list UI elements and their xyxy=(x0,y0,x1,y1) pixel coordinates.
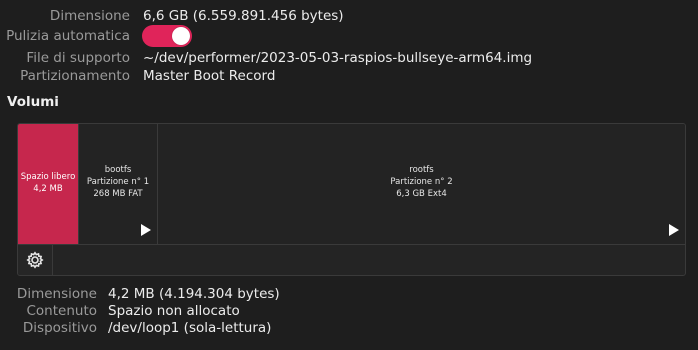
volumes-panel: Spazio libero 4,2 MB bootfs Partizione n… xyxy=(17,123,686,276)
volume-content-label: Contenuto xyxy=(26,302,97,319)
partitioning-label: Partizionamento xyxy=(20,67,130,84)
size-label: Dimensione xyxy=(49,7,130,24)
volume-rootfs-name: rootfs xyxy=(409,165,434,175)
volume-device-label: Dispositivo xyxy=(22,319,97,336)
volume-free-space[interactable]: Spazio libero 4,2 MB xyxy=(18,124,79,244)
partitioning-value: Master Boot Record xyxy=(143,67,276,84)
volume-device-value: /dev/loop1 (sola-lettura) xyxy=(108,319,272,336)
gear-icon xyxy=(26,251,44,269)
volume-free-size: 4,2 MB xyxy=(33,184,63,194)
play-icon[interactable] xyxy=(141,224,151,236)
volume-bootfs-partition: Partizione n° 1 xyxy=(86,177,150,187)
volume-size-label: Dimensione xyxy=(16,285,97,302)
volume-free-name: Spazio libero xyxy=(20,172,76,182)
play-icon[interactable] xyxy=(669,224,679,236)
toggle-knob xyxy=(172,27,190,45)
auto-cleanup-label: Pulizia automatica xyxy=(6,27,130,44)
volume-bootfs-size: 268 MB FAT xyxy=(93,189,143,199)
volume-size-value: 4,2 MB (4.194.304 bytes) xyxy=(108,285,280,302)
volumes-map: Spazio libero 4,2 MB bootfs Partizione n… xyxy=(18,124,685,245)
volume-rootfs-partition: Partizione n° 2 xyxy=(390,177,453,187)
volume-bootfs[interactable]: bootfs Partizione n° 1 268 MB FAT xyxy=(79,124,158,244)
volume-rootfs-size: 6,3 GB Ext4 xyxy=(396,189,447,199)
volumes-toolbar xyxy=(18,245,685,275)
backing-file-value: ~/dev/performer/2023-05-03-raspios-bulls… xyxy=(143,49,533,66)
auto-cleanup-toggle[interactable] xyxy=(142,25,192,47)
volume-bootfs-name: bootfs xyxy=(104,165,132,175)
volumes-heading: Volumi xyxy=(7,94,59,110)
volume-options-button[interactable] xyxy=(18,245,53,275)
volume-rootfs[interactable]: rootfs Partizione n° 2 6,3 GB Ext4 xyxy=(158,124,685,244)
size-value: 6,6 GB (6.559.891.456 bytes) xyxy=(143,7,344,24)
backing-file-label: File di supporto xyxy=(26,49,130,66)
volume-content-value: Spazio non allocato xyxy=(108,302,240,319)
